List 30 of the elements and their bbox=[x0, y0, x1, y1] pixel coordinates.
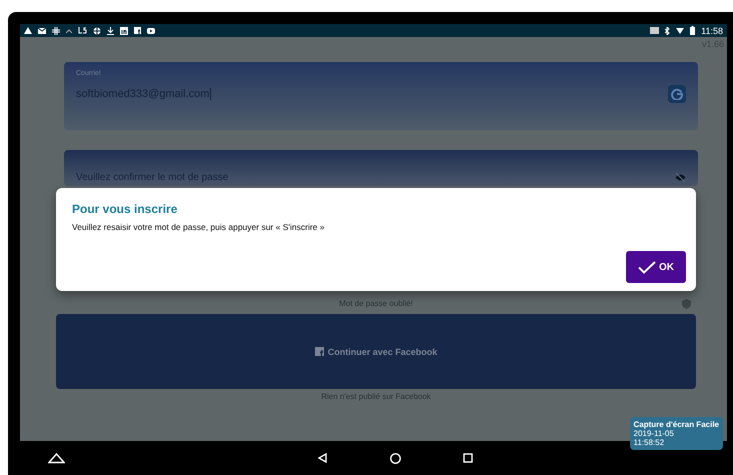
mail-icon bbox=[38, 28, 46, 34]
video-icon bbox=[147, 28, 155, 34]
warning-icon bbox=[24, 27, 32, 34]
battery-icon bbox=[690, 26, 696, 35]
check-icon bbox=[638, 260, 656, 274]
facebook-icon bbox=[314, 347, 324, 356]
badge-time: 11:58:52 bbox=[634, 438, 666, 447]
facebook-icon bbox=[134, 27, 141, 34]
home-icon[interactable] bbox=[390, 453, 401, 464]
grid-icon bbox=[52, 26, 60, 34]
facebook-button[interactable]: Continuer avec Facebook bbox=[56, 314, 696, 389]
google-icon[interactable] bbox=[668, 85, 686, 103]
clock-time: 11:58 bbox=[701, 26, 723, 36]
download-icon bbox=[107, 26, 114, 34]
dialog-message: Veuillez resaisir votre mot de passe, puis appuyer sur « S'inscrire » bbox=[72, 222, 326, 232]
shield-icon bbox=[682, 299, 691, 309]
up-arrow-icon[interactable] bbox=[48, 453, 65, 464]
dialog-title: Pour vous inscrire bbox=[72, 202, 178, 216]
recents-icon[interactable] bbox=[463, 453, 473, 463]
eye-slash-icon[interactable] bbox=[675, 173, 686, 182]
ok-button[interactable]: OK bbox=[626, 251, 686, 283]
wifi-icon bbox=[676, 28, 684, 34]
linkedin-icon bbox=[120, 26, 128, 34]
bluetooth-icon bbox=[665, 26, 670, 34]
ls-icon bbox=[78, 27, 87, 34]
caret-icon bbox=[66, 28, 72, 32]
back-icon[interactable] bbox=[318, 453, 327, 463]
badge-date: 2019-11-05 bbox=[634, 429, 675, 438]
globe-icon bbox=[93, 26, 101, 34]
badge-title: Capture d'écran Facile bbox=[634, 420, 719, 429]
